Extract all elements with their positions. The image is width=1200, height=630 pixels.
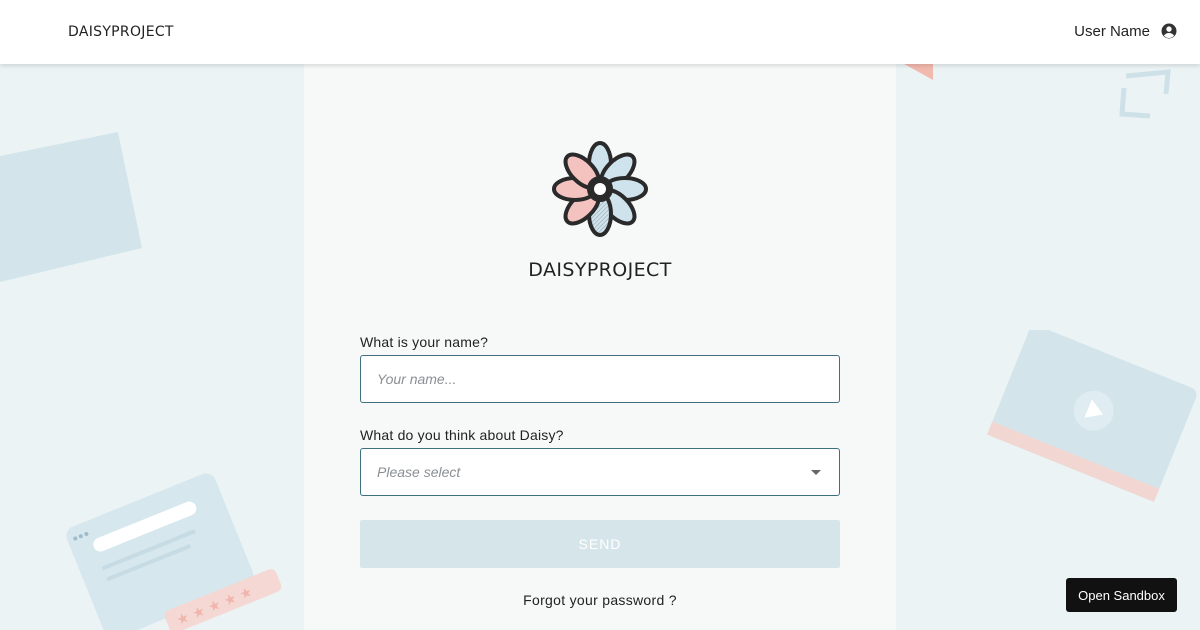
- opinion-field-label: What do you think about Daisy?: [360, 427, 564, 443]
- name-input[interactable]: Your name...: [360, 355, 840, 403]
- login-panel: DAISYPROJECT What is your name? Your nam…: [304, 64, 896, 630]
- name-input-placeholder: Your name...: [377, 371, 457, 387]
- logo-text: DAISYPROJECT: [528, 259, 672, 281]
- daisy-flower-icon: [552, 141, 648, 237]
- opinion-select-placeholder: Please select: [377, 464, 461, 480]
- header-brand[interactable]: DAISYPROJECT: [68, 24, 174, 40]
- top-bar: DAISYPROJECT User Name: [0, 0, 1200, 64]
- chevron-down-icon[interactable]: [811, 470, 821, 475]
- opinion-select[interactable]: Please select: [360, 448, 840, 496]
- send-button[interactable]: SEND: [360, 520, 840, 568]
- open-sandbox-button[interactable]: Open Sandbox: [1066, 578, 1177, 612]
- background-decoration-video-card: [987, 330, 1197, 502]
- background-decoration-form-card: ★ ★ ★ ★ ★: [66, 473, 282, 630]
- forgot-password-link[interactable]: Forgot your password ?: [304, 592, 896, 608]
- background-decoration-corner-frame: [1119, 69, 1171, 119]
- background-decoration-left-card: [0, 132, 142, 282]
- account-circle-icon[interactable]: [1160, 22, 1178, 40]
- user-name[interactable]: User Name: [1074, 23, 1150, 40]
- name-field-label: What is your name?: [360, 334, 489, 350]
- user-menu[interactable]: User Name: [1074, 22, 1178, 40]
